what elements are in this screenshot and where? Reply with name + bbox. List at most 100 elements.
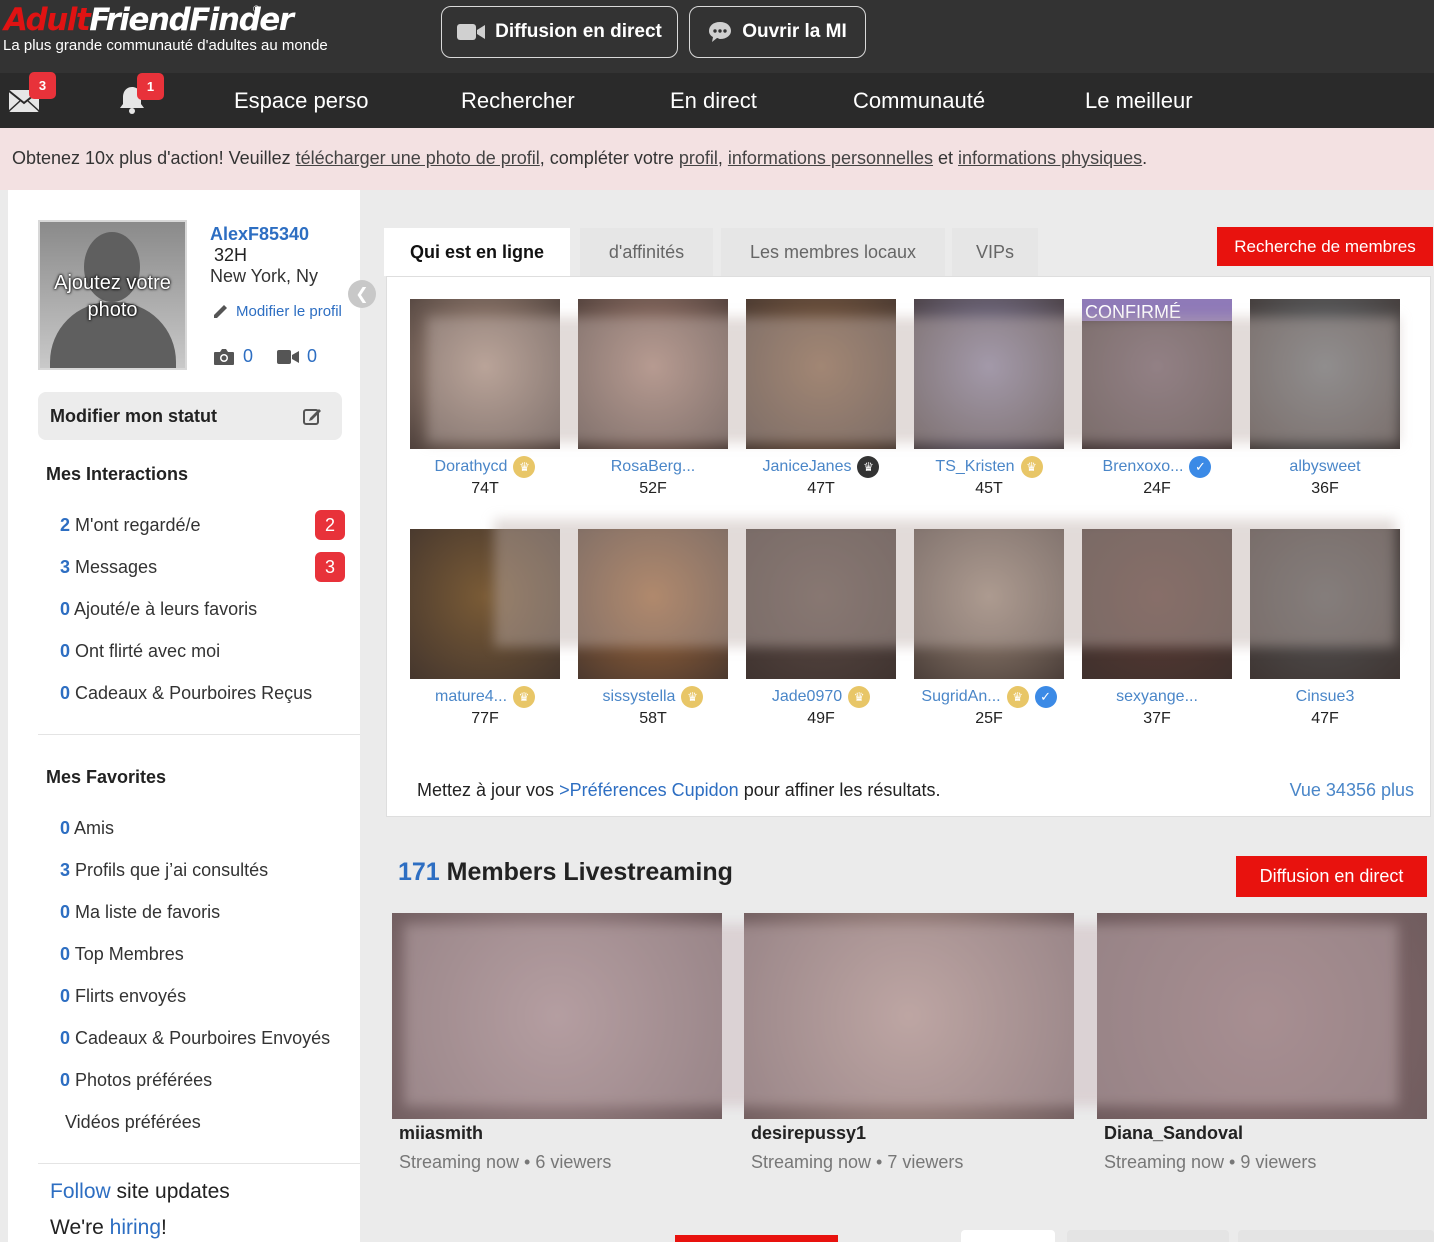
- member-age: 37F: [1143, 710, 1171, 727]
- edit-profile-link[interactable]: Modifier le profil: [212, 302, 342, 320]
- view-more-link[interactable]: Vue 34356 plus: [1290, 780, 1414, 801]
- interaction-messages[interactable]: 3 Messages: [60, 557, 157, 578]
- member-name-link[interactable]: sexyange...: [1116, 688, 1198, 706]
- favorites-top-members[interactable]: 0 Top Membres: [60, 944, 184, 965]
- collapse-sidebar-chevron-icon[interactable]: ❮: [348, 280, 376, 308]
- member-age: 25F: [975, 710, 1003, 727]
- member-age: 36F: [1311, 480, 1339, 497]
- cupid-preferences-link[interactable]: >Préférences Cupidon: [559, 780, 739, 800]
- member-age: 45T: [975, 480, 1003, 497]
- nav-espace-perso[interactable]: Espace perso: [234, 88, 369, 114]
- member-age: 52F: [639, 480, 667, 497]
- favorites-title: Mes Favorites: [46, 767, 167, 787]
- main-nav: 3 1 Espace perso Rechercher En direct Co…: [0, 72, 1434, 128]
- user-location: New York, Ny: [210, 266, 319, 286]
- member-name-link[interactable]: SugridAn...: [921, 688, 1000, 706]
- member-name-link[interactable]: sissystella: [603, 688, 676, 706]
- favorites-friends[interactable]: 0 Amis: [60, 818, 114, 839]
- streamer-name[interactable]: Diana_Sandoval: [1097, 1123, 1427, 1144]
- upload-photo-link[interactable]: télécharger une photo de profil: [296, 148, 540, 168]
- add-photo-text: Ajoutez votre photo: [54, 272, 171, 321]
- streamer-name[interactable]: desirepussy1: [744, 1123, 1074, 1144]
- profile-link[interactable]: profil: [679, 148, 718, 168]
- member-name-row: albysweet: [1250, 457, 1400, 477]
- video-camera-icon: [457, 24, 486, 40]
- site-logo[interactable]: AdultFriendFinder ®: [4, 2, 294, 38]
- member-age: 77F: [471, 710, 499, 727]
- physical-info-link[interactable]: informations physiques: [958, 148, 1142, 168]
- avatar[interactable]: Ajoutez votre photo: [38, 220, 187, 370]
- start-livestream-button[interactable]: Diffusion en direct: [1236, 856, 1427, 897]
- bottom-tab-partial: [1067, 1230, 1229, 1242]
- camera-icon[interactable]: [213, 348, 235, 366]
- mail-badge: 3: [29, 72, 56, 99]
- edit-profile-label: Modifier le profil: [236, 302, 342, 320]
- tab-affinities[interactable]: d'affinités: [580, 228, 713, 276]
- member-name-row: JaniceJanes ♛: [746, 456, 896, 478]
- member-name-link[interactable]: mature4...: [435, 688, 507, 706]
- nav-le-meilleur[interactable]: Le meilleur: [1085, 88, 1193, 114]
- edit-note-icon: [303, 409, 321, 425]
- logo-text-friendfinder: FriendFinder: [89, 2, 294, 38]
- favorites-videos[interactable]: Vidéos préférées: [65, 1112, 201, 1133]
- edit-status-button[interactable]: Modifier mon statut: [38, 392, 342, 440]
- stream-status: Streaming now • 6 viewers: [399, 1152, 612, 1172]
- open-messenger-button[interactable]: Ouvrir la MI: [689, 6, 866, 58]
- member-name-link[interactable]: Dorathycd: [435, 458, 508, 476]
- photo-count: 0: [243, 346, 254, 366]
- banner-text: .: [1142, 148, 1148, 168]
- favorites-gifts-sent[interactable]: 0 Cadeaux & Pourboires Envoyés: [60, 1028, 330, 1049]
- interaction-flirted[interactable]: 0 Ont flirté avec moi: [60, 641, 220, 662]
- member-name-link[interactable]: Brenxoxo...: [1103, 458, 1184, 476]
- follow-link[interactable]: Follow: [50, 1180, 111, 1203]
- livestream-title: 171 Members Livestreaming: [398, 858, 733, 886]
- logo-registered-mark: ®: [253, 4, 260, 14]
- nav-communaute[interactable]: Communauté: [853, 88, 985, 114]
- favorites-photos[interactable]: 0 Photos préférées: [60, 1070, 212, 1091]
- personal-info-link[interactable]: informations personnelles: [728, 148, 933, 168]
- member-name-row: mature4... ♛: [410, 686, 560, 708]
- member-name-link[interactable]: JaniceJanes: [763, 458, 852, 476]
- tab-local-members[interactable]: Les membres locaux: [721, 228, 945, 276]
- crown-icon: ♛: [513, 686, 536, 708]
- video-count: 0: [307, 346, 318, 366]
- member-name-link[interactable]: Jade0970: [772, 688, 842, 706]
- banner-text: ,: [717, 148, 728, 168]
- favorites-flirts-sent[interactable]: 0 Flirts envoyés: [60, 986, 186, 1007]
- streamer-name[interactable]: miiasmith: [392, 1123, 722, 1144]
- favorites-list[interactable]: 0 Ma liste de favoris: [60, 902, 220, 923]
- privacy-blur-overlay: [427, 317, 1399, 443]
- banner-text: et: [933, 148, 959, 168]
- site-tagline: La plus grande communauté d'adultes au m…: [3, 37, 328, 54]
- member-name-link[interactable]: TS_Kristen: [935, 458, 1014, 476]
- live-broadcast-label: Diffusion en direct: [495, 21, 662, 42]
- member-age: 74T: [471, 480, 499, 497]
- nav-rechercher[interactable]: Rechercher: [461, 88, 575, 114]
- username-link[interactable]: AlexF85340: [210, 224, 309, 245]
- member-name-row: sexyange...: [1082, 687, 1232, 707]
- verified-check-icon: ✓: [1189, 456, 1212, 478]
- profile-completion-banner: Obtenez 10x plus d'action! Veuillez télé…: [0, 128, 1434, 190]
- nav-en-direct[interactable]: En direct: [670, 88, 757, 114]
- interaction-added-favorites[interactable]: 0 Ajouté/e à leurs favoris: [60, 599, 257, 620]
- sidebar: Ajoutez votre photo AlexF85340 32H New Y…: [8, 190, 376, 1242]
- interaction-viewed-me[interactable]: 2 M'ont regardé/e: [60, 515, 201, 536]
- tab-vips[interactable]: VIPs: [952, 228, 1038, 276]
- member-name-link[interactable]: RosaBerg...: [611, 458, 695, 476]
- stream-status: Streaming now • 7 viewers: [751, 1152, 964, 1172]
- member-name-link[interactable]: Cinsue3: [1296, 688, 1355, 706]
- divider: [38, 1163, 360, 1164]
- member-search-button[interactable]: Recherche de membres: [1217, 227, 1433, 266]
- member-name-row: Jade0970 ♛: [746, 686, 896, 708]
- cupid-preferences-note: Mettez à jour vos >Préférences Cupidon p…: [417, 780, 941, 800]
- live-broadcast-button[interactable]: Diffusion en direct: [441, 6, 678, 58]
- interaction-gifts-received[interactable]: 0 Cadeaux & Pourboires Reçus: [60, 683, 312, 704]
- tab-online-now[interactable]: Qui est en ligne: [384, 228, 570, 276]
- video-icon[interactable]: [277, 349, 300, 365]
- member-name-link[interactable]: albysweet: [1289, 458, 1360, 476]
- member-name-row: Cinsue3: [1250, 687, 1400, 707]
- member-name-row: sissystella ♛: [578, 686, 728, 708]
- favorites-viewed-profiles[interactable]: 3 Profils que j’ai consultés: [60, 860, 268, 881]
- crown-icon: ♛: [1020, 456, 1043, 478]
- hiring-link[interactable]: hiring: [110, 1216, 161, 1239]
